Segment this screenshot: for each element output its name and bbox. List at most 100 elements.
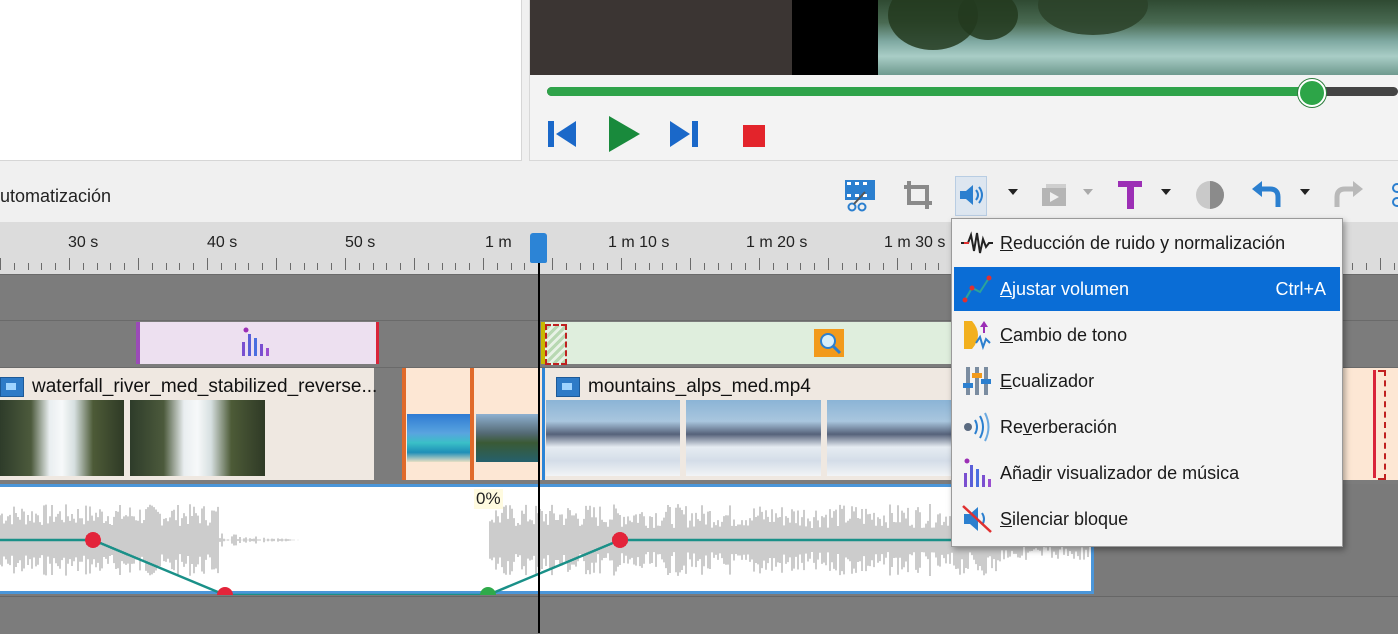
ruler-tick [262, 263, 263, 270]
ruler-label: 1 m 20 s [746, 234, 808, 251]
ruler-tick [235, 263, 236, 270]
ruler-tick [193, 263, 194, 270]
ruler-tick [842, 263, 843, 270]
ruler-tick [221, 263, 222, 270]
ruler-tick [938, 263, 939, 270]
seek-bar-fill [547, 87, 1311, 96]
ruler-tick [897, 258, 898, 270]
ruler-tick [166, 263, 167, 270]
ruler-tick [83, 263, 84, 270]
undo-icon [1252, 181, 1281, 207]
ruler-tick [718, 263, 719, 270]
ruler-tick [69, 258, 70, 270]
ruler-tick [649, 263, 650, 270]
volume-percent-label: 0% [474, 489, 503, 509]
ruler-tick [566, 263, 567, 270]
text-dropdown-arrow[interactable] [1161, 189, 1171, 195]
redo-button[interactable] [1330, 176, 1366, 214]
ruler-tick [676, 263, 677, 270]
ruler-tick [290, 263, 291, 270]
effects-icon [1042, 184, 1066, 206]
ruler-tick [635, 263, 636, 270]
menu-item-6[interactable]: Silenciar bloque [954, 497, 1340, 541]
undo-dropdown-arrow[interactable] [1300, 189, 1310, 195]
more-icon [1392, 183, 1398, 207]
menu-item-label: Ecualizador [1000, 370, 1095, 391]
ruler-tick [690, 258, 691, 270]
ruler-tick [787, 263, 788, 270]
stop-button[interactable] [742, 124, 766, 148]
ruler-label: 1 m 30 s [884, 234, 946, 251]
ruler-tick [1380, 258, 1381, 270]
text-T-icon [1118, 181, 1142, 209]
ruler-label: 1 m [485, 234, 512, 251]
preview-frame-scene [878, 0, 1398, 75]
ruler-tick [276, 258, 277, 270]
ruler-tick [152, 263, 153, 270]
text-button[interactable] [1112, 176, 1148, 214]
clip-divider [470, 368, 474, 480]
music-visualizer-clip[interactable] [136, 322, 379, 364]
ruler-tick [14, 263, 15, 270]
menu-item-4[interactable]: Reverberación [954, 405, 1340, 449]
reverb-icon [954, 405, 1000, 449]
volume-keyframe[interactable] [480, 587, 496, 603]
next-frame-button[interactable] [666, 118, 700, 150]
preview-frame-left [530, 0, 792, 75]
ruler-tick [511, 263, 512, 270]
play-button[interactable] [606, 114, 642, 154]
speaker-icon [960, 185, 983, 205]
thumbnail [407, 414, 470, 462]
volume-keyframe[interactable] [217, 587, 233, 603]
video-file-icon [0, 376, 24, 397]
undo-button[interactable] [1249, 176, 1285, 214]
ruler-tick [800, 263, 801, 270]
video-file-icon [556, 376, 580, 397]
seek-handle[interactable] [1298, 79, 1326, 107]
ruler-tick [1394, 263, 1395, 270]
menu-item-3[interactable]: Ecualizador [954, 359, 1340, 403]
color-circle-icon [1196, 181, 1224, 209]
color-button[interactable] [1192, 176, 1228, 214]
menu-item-0[interactable]: Reducción de ruido y normalización [954, 221, 1340, 265]
ruler-tick [455, 263, 456, 270]
audio-effects-dropdown-arrow[interactable] [1008, 189, 1018, 195]
ruler-tick [0, 258, 1, 270]
ruler-tick [1366, 263, 1367, 270]
crop-button[interactable] [900, 176, 936, 214]
more-tools-button[interactable] [1388, 176, 1398, 214]
menu-item-shortcut: Ctrl+A [1275, 278, 1326, 299]
audio-track[interactable] [0, 484, 1094, 603]
volume-keyframe[interactable] [85, 532, 101, 548]
transition-marker[interactable] [545, 324, 567, 365]
playhead-handle[interactable] [530, 233, 547, 263]
menu-item-1[interactable]: Ajustar volumen Ctrl+A [954, 267, 1340, 311]
ruler-tick [745, 263, 746, 270]
ruler-tick [400, 263, 401, 270]
previous-frame-button[interactable] [546, 118, 580, 150]
menu-item-5[interactable]: Añadir visualizador de música [954, 451, 1340, 495]
ruler-tick [373, 263, 374, 270]
menu-item-2[interactable]: Cambio de tono [954, 313, 1340, 357]
tab-automation[interactable]: utomatización [0, 186, 111, 207]
menu-item-label: Cambio de tono [1000, 324, 1128, 345]
video-effects-dropdown-arrow[interactable] [1083, 189, 1093, 195]
ruler-tick [524, 263, 525, 270]
cut-video-button[interactable] [842, 176, 878, 214]
film-scissors-icon [845, 180, 875, 212]
ruler-tick [856, 263, 857, 270]
video-effects-button[interactable] [1036, 176, 1072, 214]
menu-item-label: Reducción de ruido y normalización [1000, 232, 1286, 253]
image-effect-clip[interactable] [541, 322, 965, 364]
ruler-label: 30 s [68, 234, 99, 251]
video-clip-end[interactable] [1342, 368, 1398, 480]
ruler-tick [883, 263, 884, 270]
menu-item-label: Reverberación [1000, 416, 1118, 437]
crop-icon [904, 181, 932, 209]
menu-item-label: Ajustar volumen [1000, 278, 1130, 299]
pitch-icon [954, 313, 1000, 357]
video-clip-title-waterfall: waterfall_river_med_stabilized_reverse..… [0, 376, 377, 398]
volume-keyframe[interactable] [612, 532, 628, 548]
ruler-tick [331, 263, 332, 270]
audio-effects-button[interactable] [957, 176, 987, 214]
